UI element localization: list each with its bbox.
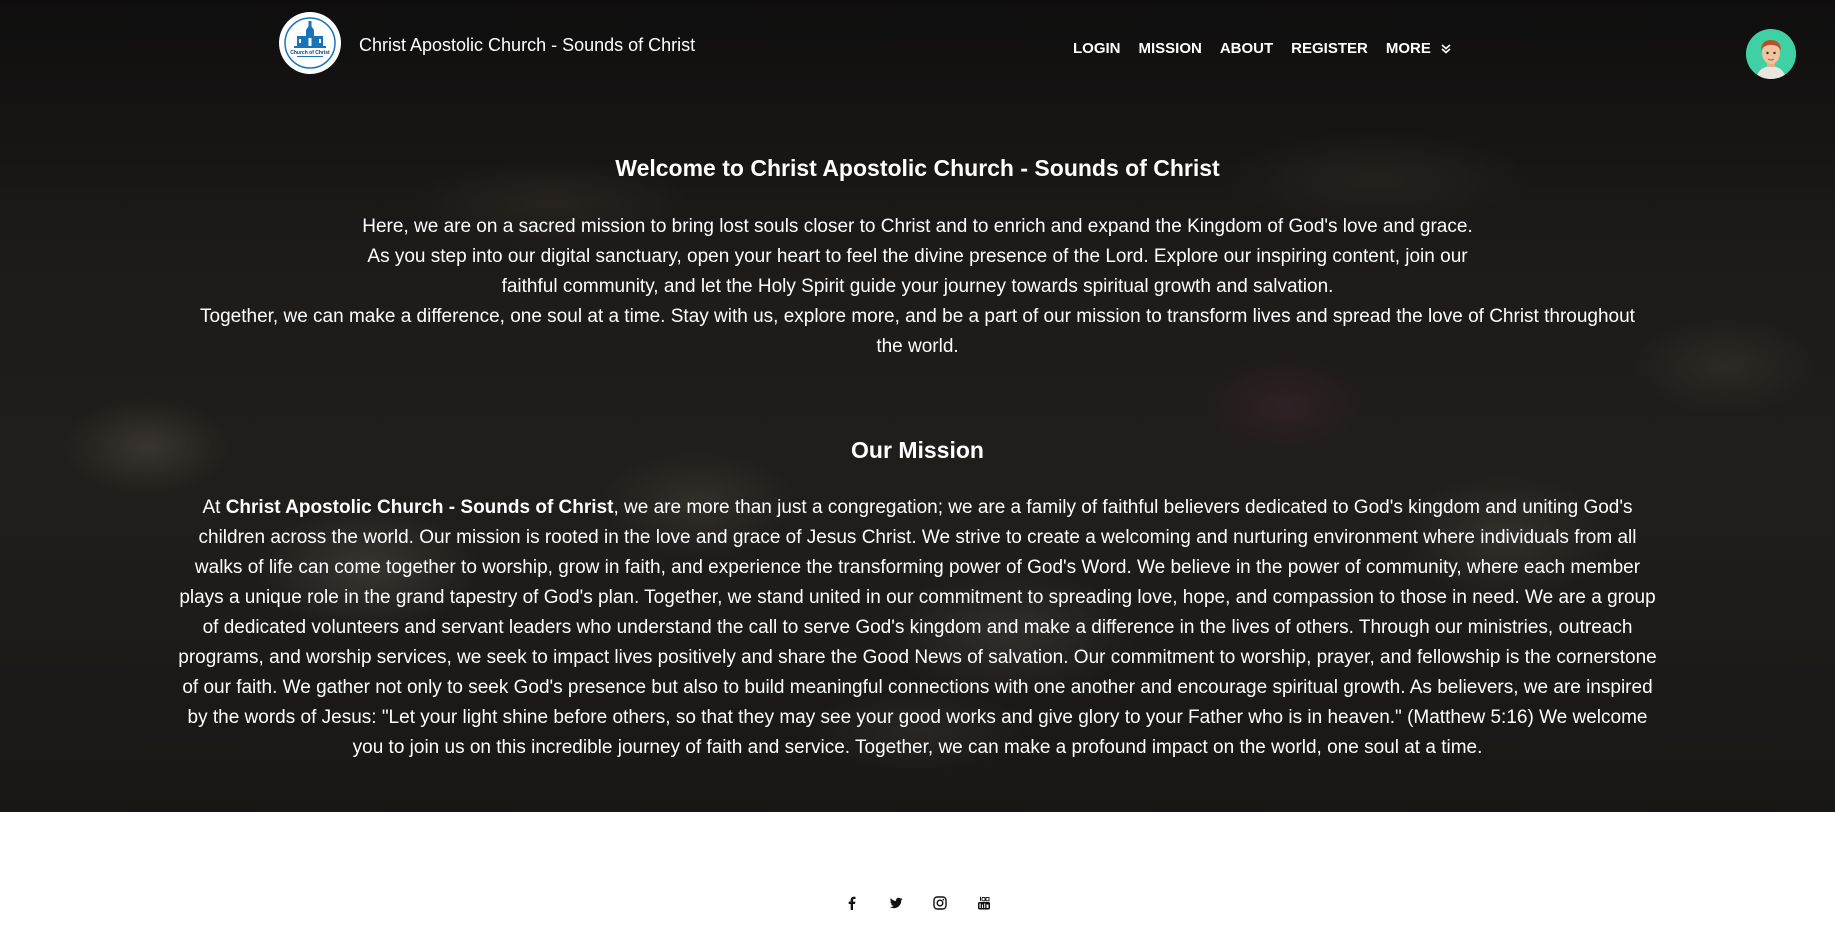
mission-body: , we are more than just a congregation; …	[178, 497, 1657, 758]
instagram-link[interactable]	[932, 895, 948, 911]
facebook-icon	[848, 896, 855, 910]
mission-heading: Our Mission	[851, 437, 984, 463]
nav-login[interactable]: LOGIN	[1073, 40, 1121, 57]
nav-more[interactable]: MORE	[1386, 40, 1451, 57]
welcome-paragraph-2: Together, we can make a difference, one …	[200, 306, 1635, 357]
youtube-link[interactable]	[976, 895, 992, 911]
mission-church-name: Christ Apostolic Church - Sounds of Chri…	[225, 497, 614, 518]
church-logo[interactable]: Church of Christ	[279, 12, 341, 74]
instagram-icon	[932, 896, 947, 910]
welcome-heading: Welcome to Christ Apostolic Church - Sou…	[615, 155, 1220, 181]
nav-about[interactable]: ABOUT	[1220, 40, 1273, 57]
main-nav: LOGIN MISSION ABOUT REGISTER MORE	[1073, 40, 1451, 57]
twitter-link[interactable]	[888, 895, 904, 911]
hero-section: Church of Christ Christ Apostolic Church…	[0, 0, 1835, 812]
mission-paragraph: At Christ Apostolic Church - Sounds of C…	[175, 493, 1660, 763]
mission-intro-prefix: At	[202, 497, 226, 518]
twitter-icon	[889, 897, 902, 909]
facebook-link[interactable]	[844, 895, 860, 911]
nav-mission[interactable]: MISSION	[1139, 40, 1202, 57]
site-title[interactable]: Christ Apostolic Church - Sounds of Chri…	[359, 35, 695, 56]
svg-text:Church of Christ: Church of Christ	[290, 50, 330, 56]
nav-more-label: MORE	[1385, 40, 1431, 57]
church-logo-icon: Church of Christ	[284, 17, 336, 69]
chevron-down-icon	[1441, 43, 1451, 54]
welcome-paragraph: Here, we are on a sacred mission to brin…	[362, 216, 1473, 297]
nav-register[interactable]: REGISTER	[1291, 40, 1368, 57]
avatar-icon	[1746, 29, 1796, 79]
user-avatar[interactable]	[1746, 29, 1796, 79]
youtube-icon	[977, 896, 990, 910]
social-links	[0, 895, 1835, 911]
